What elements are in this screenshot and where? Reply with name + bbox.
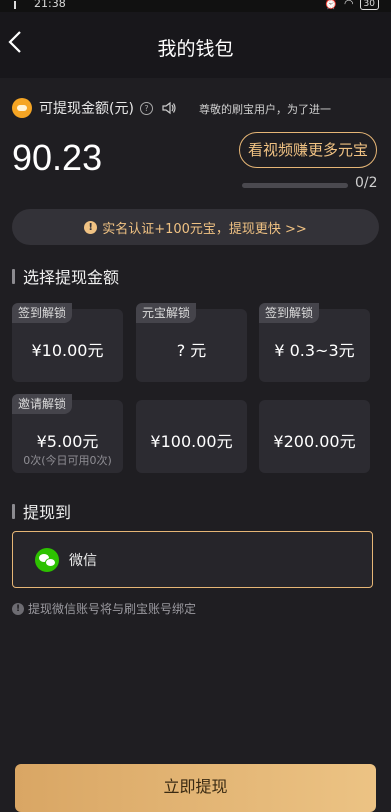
balance-row: 可提现金额(元) ?	[12, 95, 177, 121]
watch-video-button[interactable]: 看视频赚更多元宝	[239, 132, 377, 168]
amount-option[interactable]: 签到解锁 ¥ 0.3~3元	[259, 303, 370, 382]
video-progress-bar	[242, 183, 348, 188]
signal-icon	[14, 1, 30, 9]
coin-icon	[12, 98, 32, 118]
alarm-icon: ⏰	[324, 0, 338, 10]
section-bar	[12, 503, 15, 519]
option-tag: 邀请解锁	[12, 394, 73, 414]
verify-banner-text: 实名认证+100元宝，提现更快 >>	[102, 221, 307, 237]
status-bar: 21:38 ⏰ ◠ 30	[0, 0, 391, 12]
amount-option[interactable]: 签到解锁 ¥10.00元	[12, 303, 123, 382]
system-icons: ⏰ ◠ 30	[324, 0, 379, 10]
wechat-method-option[interactable]: 微信	[12, 531, 373, 588]
info-icon: !	[12, 602, 24, 615]
select-amount-title: 选择提现金额	[12, 264, 119, 288]
option-tag: 签到解锁	[12, 303, 73, 323]
page-title: 我的钱包	[157, 38, 234, 60]
wifi-icon: ◠	[343, 0, 354, 10]
amount-option[interactable]: 元宝解锁 ? 元	[136, 303, 247, 382]
withdraw-to-title: 提现到	[12, 499, 71, 523]
section-bar	[12, 268, 15, 284]
speaker-icon[interactable]	[161, 101, 177, 115]
option-value: ¥200.00元	[273, 432, 356, 451]
battery-icon: 30	[359, 0, 379, 10]
select-amount-label: 选择提现金额	[23, 268, 120, 287]
option-value: ? 元	[176, 341, 207, 360]
amount-option[interactable]: ¥200.00元	[259, 400, 370, 473]
binding-tip: ! 提现微信账号将与刷宝账号绑定	[12, 600, 196, 617]
balance-amount: 90.23	[12, 137, 103, 178]
option-tag: 元宝解锁	[136, 303, 197, 323]
withdraw-now-button[interactable]: 立即提现	[15, 764, 376, 812]
option-value: ¥10.00元	[31, 341, 104, 360]
option-sub: 0次(今日可用0次)	[23, 454, 112, 467]
wechat-icon	[35, 547, 59, 572]
header: 我的钱包	[0, 12, 391, 78]
option-tag: 签到解锁	[259, 303, 320, 323]
wechat-label: 微信	[69, 552, 97, 569]
warning-icon: !	[84, 220, 98, 234]
status-time: 21:38	[34, 0, 66, 10]
binding-tip-text: 提现微信账号将与刷宝账号绑定	[28, 602, 197, 616]
video-progress-text: 0/2	[355, 175, 378, 191]
balance-label: 可提现金额(元)	[39, 101, 134, 117]
verify-banner[interactable]: ! 实名认证+100元宝，提现更快 >>	[12, 209, 379, 245]
option-value: ¥100.00元	[150, 432, 233, 451]
notice-marquee: 尊敬的刷宝用户，为了进一	[199, 103, 331, 116]
help-icon[interactable]: ?	[139, 101, 153, 115]
amount-option[interactable]: ¥100.00元	[136, 400, 247, 473]
option-value: ¥ 0.3~3元	[274, 341, 355, 360]
withdraw-to-label: 提现到	[23, 503, 72, 522]
option-value: ¥5.00元	[36, 432, 99, 451]
amount-option[interactable]: 邀请解锁 ¥5.00元 0次(今日可用0次)	[12, 394, 123, 473]
